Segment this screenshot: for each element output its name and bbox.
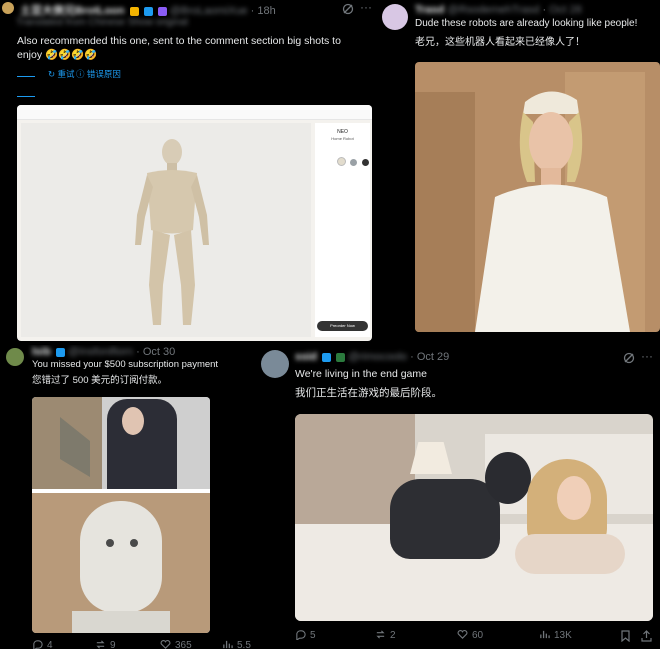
robot-head — [485, 452, 531, 504]
heart-icon — [457, 630, 468, 639]
swatch-black[interactable] — [361, 159, 369, 166]
repost-button[interactable]: 2 — [375, 629, 396, 641]
product-subtitle: Home Robot — [331, 136, 354, 141]
share-icon[interactable] — [641, 630, 652, 642]
refresh-icon: ↻ — [48, 69, 56, 79]
grok-icon[interactable] — [623, 352, 635, 364]
views-icon — [540, 630, 550, 639]
tweet-text: Also recommended this one, sent to the c… — [17, 35, 341, 61]
verified-badge-icon — [56, 347, 66, 357]
repost-button[interactable]: 9 — [95, 639, 116, 649]
verified-badge-icon — [322, 352, 332, 362]
more-icon[interactable]: ··· — [641, 349, 653, 363]
tweet-card-1: 土豆大侠兄BrotLoon @BroLaomiXue · 18h ··· Tra… — [0, 0, 383, 345]
error-reason-link[interactable]: ⓘ 错误原因 — [76, 68, 121, 80]
robot-body — [72, 611, 170, 633]
tweet-text-en: We're living in the end game — [295, 368, 427, 380]
timestamp[interactable]: Oct 30 — [143, 346, 175, 358]
lamp-shade — [410, 442, 452, 474]
image-top-panel — [32, 397, 210, 489]
divider-line — [17, 96, 35, 97]
tweet-text-en: You missed your $500 subscription paymen… — [32, 359, 219, 370]
tweet-header: lsib @Insfonifiorn · Oct 30 — [32, 346, 176, 358]
color-swatches — [337, 153, 369, 171]
handle[interactable]: @rimocoolo — [348, 351, 407, 363]
views-button[interactable]: 5.5 — [222, 639, 251, 649]
timestamp[interactable]: 18h — [257, 5, 275, 17]
woman-face — [557, 476, 591, 520]
tweet-header: Trasd @RsodemehTrasd · Oct 28 — [415, 4, 582, 16]
woman-body — [515, 534, 625, 574]
display-name[interactable]: 土豆大侠兄BrotLoon — [20, 5, 124, 17]
grok-icon[interactable] — [342, 3, 354, 15]
handle[interactable]: @BroLaomiXue — [170, 5, 248, 17]
swatch-cream[interactable] — [337, 157, 346, 166]
avatar[interactable] — [261, 350, 289, 378]
image-bottom-panel — [32, 493, 210, 633]
heart-icon — [160, 640, 171, 649]
swatch-gray[interactable] — [350, 159, 358, 166]
views-button[interactable]: 13K — [539, 629, 572, 641]
bookmark-icon[interactable] — [620, 630, 631, 642]
reply-icon — [33, 640, 43, 649]
tweet-image[interactable] — [295, 414, 653, 621]
like-button[interactable]: 60 — [457, 629, 483, 641]
tweet-text-en: Dude these robots are already looking li… — [415, 18, 638, 29]
tweet-card-2: Trasd @RsodemehTrasd · Oct 28 Dude these… — [378, 0, 660, 345]
info-icon: ⓘ — [76, 69, 85, 79]
affiliate-badge-icon — [336, 352, 346, 362]
translation-note[interactable]: Translated from Chinese Show original — [16, 17, 188, 28]
tweet-image[interactable] — [32, 397, 210, 633]
repost-icon — [376, 630, 385, 639]
tweet-text-zh: 老兄，这些机器人看起来已经像人了！ — [415, 37, 585, 48]
handle[interactable]: @Insfonifiorn — [68, 346, 133, 358]
tweet-image[interactable] — [415, 62, 660, 332]
preorder-button[interactable]: Preorder Now — [317, 321, 368, 331]
browser-bar — [17, 105, 372, 120]
avatar[interactable] — [6, 348, 24, 366]
person-figure — [475, 91, 630, 332]
tweet-image[interactable]: NEO Home Robot Preorder Now — [17, 105, 372, 341]
tweet-card-3: lsib @Insfonifiorn · Oct 30 You missed y… — [0, 345, 253, 649]
timestamp[interactable]: Oct 29 — [417, 351, 449, 363]
tweet-header: ssid @rimocoolo · Oct 29 — [295, 351, 450, 363]
like-button[interactable]: 365 — [160, 639, 192, 649]
repost-icon — [96, 640, 105, 649]
avatar[interactable] — [382, 4, 408, 30]
robot-body — [390, 479, 500, 559]
views-icon — [223, 640, 233, 649]
product-title: NEO — [337, 129, 348, 135]
tweet-text-zh: 我们正生活在游戏的最后阶段。 — [295, 387, 442, 399]
reply-button[interactable]: 5 — [295, 629, 316, 641]
verified-badge-icon — [129, 6, 139, 16]
display-name[interactable]: ssid — [295, 351, 317, 363]
affiliate-badge-icon — [143, 6, 153, 16]
purple-badge-icon — [157, 6, 167, 16]
robot-figure — [135, 139, 209, 325]
tweet-card-4: ssid @rimocoolo · Oct 29 ··· We're livin… — [253, 345, 660, 649]
woman-face — [122, 407, 144, 435]
robot-eye-left — [106, 539, 114, 547]
divider-line — [17, 76, 35, 77]
retry-link[interactable]: ↻ 重试 — [48, 68, 75, 80]
reply-button[interactable]: 4 — [32, 639, 53, 649]
robot-eye-right — [130, 539, 138, 547]
avatar[interactable] — [2, 2, 14, 14]
more-icon[interactable]: ··· — [360, 0, 372, 14]
reply-icon — [296, 630, 306, 640]
tweet-text-zh: 您错过了 500 美元的订阅付款。 — [32, 375, 168, 386]
display-name[interactable]: Trasd — [415, 4, 444, 16]
tweet-header: 土豆大侠兄BrotLoon @BroLaomiXue · 18h — [20, 5, 276, 17]
robot-head — [80, 501, 162, 613]
timestamp[interactable]: Oct 28 — [549, 4, 581, 16]
handle[interactable]: @RsodemehTrasd — [447, 4, 539, 16]
display-name[interactable]: lsib — [32, 346, 51, 358]
